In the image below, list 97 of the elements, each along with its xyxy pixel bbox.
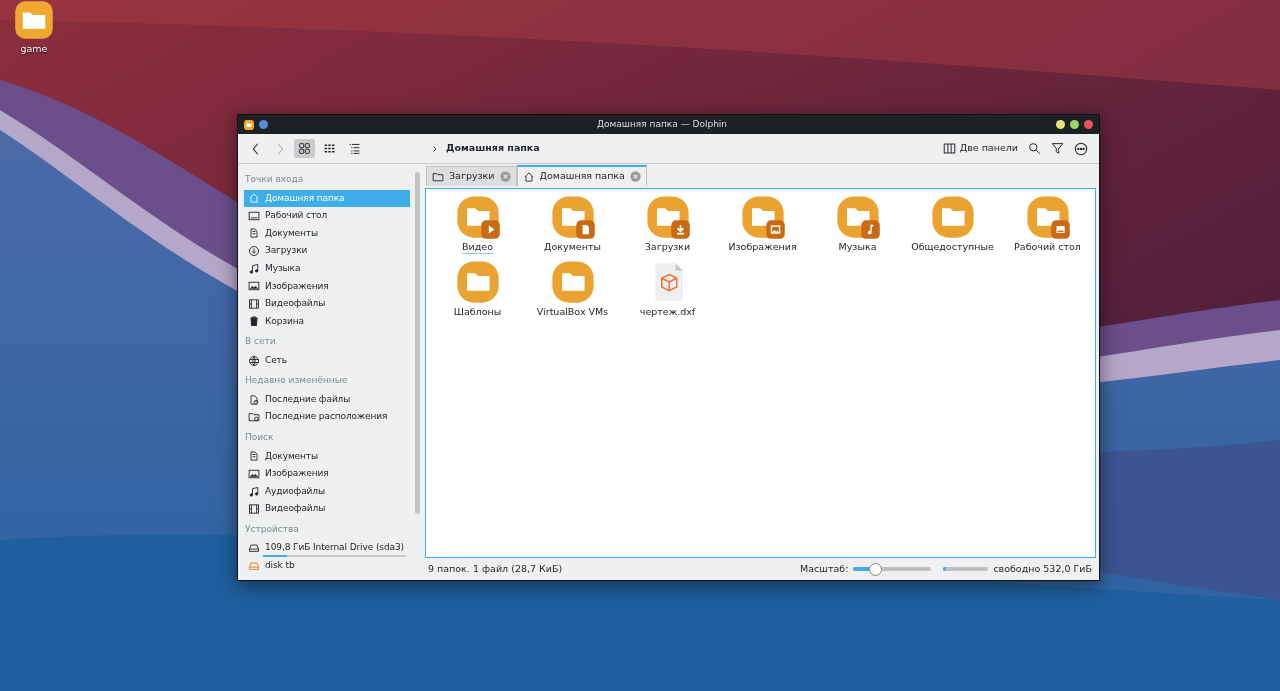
- section-heading: Точки входа: [244, 173, 305, 186]
- folder-icon: [432, 170, 444, 183]
- folder-app-icon: [244, 119, 254, 130]
- file-name: Музыка: [838, 242, 877, 254]
- file-name: Общедоступные: [911, 242, 994, 254]
- window-title: Домашняя папка — Dolphin: [595, 117, 729, 131]
- file-item[interactable]: Документы: [525, 193, 620, 258]
- breadcrumb-item[interactable]: Домашняя папка: [443, 139, 543, 158]
- file-name: Рабочий стол: [1014, 242, 1081, 254]
- file-item[interactable]: Изображения: [715, 193, 810, 258]
- home-icon: [248, 192, 260, 205]
- image-icon: [248, 467, 260, 480]
- sidebar-item[interactable]: Документы: [244, 447, 410, 466]
- film-icon: [248, 503, 260, 516]
- document-icon: [248, 227, 260, 240]
- search-icon: [1028, 142, 1041, 155]
- file-item[interactable]: Шаблоны: [430, 258, 525, 323]
- folder-icon: [455, 260, 500, 304]
- file-name: чертеж.dxf: [639, 307, 696, 319]
- file-item[interactable]: Музыка: [810, 193, 905, 258]
- drive-icon: [248, 542, 260, 555]
- folder-play-icon: [455, 195, 500, 239]
- folder-document-icon: [550, 195, 595, 239]
- sidebar-item[interactable]: Последние расположения: [244, 408, 410, 427]
- more-icon: [1074, 141, 1088, 156]
- file-item[interactable]: VirtualBox VMs: [525, 258, 620, 323]
- sidebar-item[interactable]: 109,8 ГиБ Internal Drive (sda3): [244, 539, 410, 557]
- filter-button[interactable]: [1048, 140, 1067, 157]
- filter-icon: [1051, 142, 1064, 155]
- minimize-button[interactable]: [1056, 120, 1065, 129]
- folder-download-icon: [645, 195, 690, 239]
- sidebar-item[interactable]: Изображения: [244, 277, 410, 296]
- globe-icon: [248, 354, 260, 367]
- file-item[interactable]: Рабочий стол: [1000, 193, 1095, 258]
- icons-view-icon: [298, 142, 311, 155]
- folder-music-icon: [835, 195, 880, 239]
- music-note-icon: [248, 485, 260, 498]
- section-heading: Недавно изменённые: [244, 374, 349, 388]
- folder-icon: [930, 195, 975, 239]
- sidebar-item[interactable]: Документы: [244, 224, 410, 243]
- sidebar-item[interactable]: disk tb: [244, 557, 410, 575]
- music-note-icon: [248, 262, 260, 275]
- chevron-icon: [431, 143, 439, 154]
- tab[interactable]: Домашняя папка: [516, 165, 647, 186]
- slider-handle[interactable]: [869, 562, 883, 576]
- sidebar-item[interactable]: Загрузки: [244, 242, 410, 260]
- file-name: Шаблоны: [453, 307, 502, 319]
- file-item[interactable]: Общедоступные: [905, 193, 1000, 258]
- desktop-icon-label[interactable]: game: [20, 42, 48, 57]
- folder-image-icon: [740, 195, 785, 239]
- file-name: VirtualBox VMs: [536, 307, 609, 319]
- sidebar-item[interactable]: Музыка: [244, 259, 410, 278]
- zoom-slider[interactable]: [853, 562, 932, 576]
- film-icon: [248, 297, 260, 310]
- recent-folder-icon: [248, 411, 260, 424]
- split-view-button[interactable]: Две панели: [939, 139, 1021, 158]
- details-view-icon: [348, 142, 361, 155]
- free-space-text: свободно 532,0 ГиБ: [993, 561, 1092, 576]
- maximize-button[interactable]: [1070, 120, 1079, 129]
- drive-icon: [248, 559, 260, 572]
- trash-icon: [248, 315, 260, 328]
- file-item[interactable]: чертеж.dxf: [620, 258, 715, 323]
- scrollbar[interactable]: [415, 172, 420, 514]
- image-icon: [248, 280, 260, 293]
- file-item[interactable]: Видео: [430, 193, 525, 258]
- folder-monitor-icon: [1025, 195, 1070, 239]
- view-mode-button[interactable]: [294, 139, 315, 158]
- zoom-label: Масштаб:: [800, 561, 849, 576]
- folder-icon: [550, 260, 595, 304]
- home-icon: [522, 170, 535, 183]
- compact-view-icon: [323, 142, 336, 155]
- status-text: 9 папок. 1 файл (28,7 КиБ): [428, 561, 563, 576]
- file-name: Загрузки: [644, 242, 691, 254]
- sidebar-item[interactable]: Последние файлы: [244, 390, 410, 409]
- document-icon: [248, 450, 260, 463]
- close-button[interactable]: [1084, 120, 1093, 129]
- sidebar-item[interactable]: Рабочий стол: [244, 207, 410, 225]
- sidebar-item[interactable]: Видеофайлы: [244, 500, 410, 518]
- sidebar-item[interactable]: Корзина: [244, 312, 410, 331]
- file-item[interactable]: Загрузки: [620, 193, 715, 258]
- sidebar-item[interactable]: Изображения: [244, 465, 410, 483]
- recent-document-icon: [248, 393, 260, 406]
- section-heading: В сети: [244, 335, 277, 349]
- file-name: Видео: [462, 242, 493, 255]
- section-heading: Устройства: [244, 522, 300, 536]
- folder-icon[interactable]: [12, 0, 56, 40]
- file-name: Изображения: [728, 242, 797, 254]
- file-name: Документы: [544, 242, 601, 254]
- download-icon: [248, 245, 260, 258]
- monitor-icon: [248, 209, 260, 222]
- columns-icon: [942, 142, 956, 155]
- pin-button[interactable]: [259, 120, 268, 129]
- sidebar-item[interactable]: Видеофайлы: [244, 295, 410, 313]
- tab[interactable]: Загрузки: [426, 166, 517, 186]
- section-heading: Поиск: [244, 431, 275, 445]
- sidebar-item[interactable]: Аудиофайлы: [244, 482, 410, 501]
- sidebar-item[interactable]: Сеть: [244, 351, 410, 370]
